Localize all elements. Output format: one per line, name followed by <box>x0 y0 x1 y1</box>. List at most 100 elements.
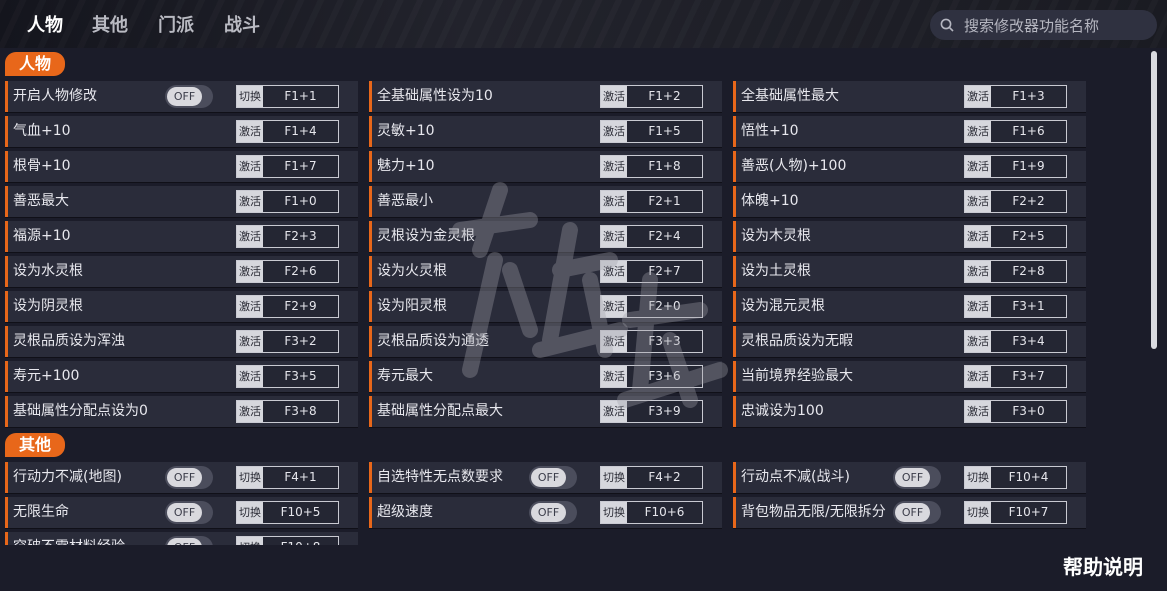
toggle-switch[interactable]: OFF <box>165 85 213 108</box>
toggle-button[interactable]: 切换 <box>965 502 991 523</box>
hotkey-label: F1+0 <box>284 194 317 208</box>
tab-battle[interactable]: 战斗 <box>224 11 260 37</box>
hotkey-label: F3+4 <box>1012 334 1045 348</box>
tab-other[interactable]: 其他 <box>92 11 128 37</box>
activate-button[interactable]: 激活 <box>601 296 627 317</box>
activate-button[interactable]: 激活 <box>601 156 627 177</box>
cheat-row: 当前境界经验最大 激活 F3+7 <box>733 361 1086 392</box>
activate-button[interactable]: 激活 <box>237 331 263 352</box>
cheat-row: 无限生命 OFF 切换 F10+5 <box>5 497 358 528</box>
cheat-label: 行动力不减(地图) <box>13 469 122 485</box>
activate-button[interactable]: 激活 <box>237 296 263 317</box>
activate-button[interactable]: 激活 <box>237 121 263 142</box>
activate-button[interactable]: 激活 <box>601 261 627 282</box>
cheat-row: 灵根设为金灵根 激活 F2+4 <box>369 221 722 252</box>
toggle-button[interactable]: 切换 <box>237 86 263 107</box>
cheat-label: 根骨+10 <box>13 158 71 174</box>
activate-button[interactable]: 激活 <box>965 261 991 282</box>
hotkey-label: F2+5 <box>1012 229 1045 243</box>
hotkey-box: 激活 F2+6 <box>236 260 339 283</box>
hotkey-box: 激活 F1+4 <box>236 120 339 143</box>
toggle-button[interactable]: 切换 <box>237 467 263 488</box>
toggle-switch[interactable]: OFF <box>165 536 213 545</box>
activate-button[interactable]: 激活 <box>965 296 991 317</box>
cheat-label: 灵根设为金灵根 <box>377 228 475 244</box>
hotkey-box: 激活 F3+4 <box>964 330 1067 353</box>
cheat-list: 人物 开启人物修改 OFF 切换 F1+1 全基础属性设为10 激活 F1+2 全基础属性最大激… <box>0 48 1148 545</box>
search-box[interactable] <box>930 10 1157 42</box>
hotkey-label: F10+5 <box>280 505 321 519</box>
search-icon <box>940 18 954 32</box>
cheat-label: 寿元最大 <box>377 368 433 384</box>
hotkey-box: 切换F10+8 <box>236 536 339 545</box>
activate-button[interactable]: 激活 <box>965 86 991 107</box>
toggle-button[interactable]: 切换 <box>601 502 627 523</box>
toggle-switch[interactable]: OFF <box>893 501 941 524</box>
hotkey-label: F2+7 <box>648 264 681 278</box>
activate-button[interactable]: 激活 <box>965 331 991 352</box>
cheat-row: 基础属性分配点最大 激活 F3+9 <box>369 396 722 427</box>
activate-button[interactable]: 激活 <box>601 331 627 352</box>
cheat-label: 气血+10 <box>13 123 71 139</box>
activate-button[interactable]: 激活 <box>601 121 627 142</box>
hotkey-box: 激活 F2+8 <box>964 260 1067 283</box>
hotkey-label: F2+6 <box>284 264 317 278</box>
toggle-state: OFF <box>895 468 930 487</box>
hotkey-box: 切换 F1+1 <box>236 85 339 108</box>
cheat-label: 体魄+10 <box>741 193 799 209</box>
activate-button[interactable]: 激活 <box>237 261 263 282</box>
cheat-row: 设为混元灵根 激活 F3+1 <box>733 291 1086 322</box>
tab-sect[interactable]: 门派 <box>158 11 194 37</box>
hotkey-label: F1+7 <box>284 159 317 173</box>
hotkey-box: 激活 F2+4 <box>600 225 703 248</box>
hotkey-label: F3+1 <box>1012 299 1045 313</box>
activate-button[interactable]: 激活 <box>601 401 627 422</box>
scrollbar-thumb[interactable] <box>1151 51 1157 349</box>
activate-button[interactable]: 激活 <box>237 156 263 177</box>
toggle-switch[interactable]: OFF <box>165 466 213 489</box>
cheat-row: 灵根品质设为浑浊 激活 F3+2 <box>5 326 358 357</box>
activate-button[interactable]: 激活 <box>965 121 991 142</box>
section-header: 其他 <box>5 433 66 457</box>
activate-button[interactable]: 激活 <box>965 401 991 422</box>
cheat-row: 设为阳灵根 激活 F2+0 <box>369 291 722 322</box>
cheat-label: 全基础属性最大 <box>741 88 839 104</box>
cheat-label: 突破不需材料经验 <box>13 532 125 545</box>
hotkey-label: F3+2 <box>284 334 317 348</box>
toggle-state: OFF <box>531 503 566 522</box>
cheat-label: 设为水灵根 <box>13 263 83 279</box>
cheat-label: 基础属性分配点最大 <box>377 403 503 419</box>
search-input[interactable] <box>962 10 1151 42</box>
activate-button[interactable]: 激活 <box>601 191 627 212</box>
activate-button[interactable]: 激活 <box>237 191 263 212</box>
hotkey-label: F2+3 <box>284 229 317 243</box>
tab-character[interactable]: 人物 <box>27 11 63 37</box>
activate-button[interactable]: 激活 <box>965 366 991 387</box>
hotkey-label: F1+3 <box>1012 89 1045 103</box>
hotkey-label: F1+1 <box>284 89 317 103</box>
activate-button[interactable]: 激活 <box>965 191 991 212</box>
toggle-switch[interactable]: OFF <box>529 466 577 489</box>
activate-button[interactable]: 激活 <box>965 226 991 247</box>
toggle-button[interactable]: 切换 <box>237 502 263 523</box>
toggle-button[interactable]: 切换 <box>965 467 991 488</box>
toggle-button[interactable]: 切换 <box>601 467 627 488</box>
activate-button[interactable]: 激活 <box>237 226 263 247</box>
activate-button[interactable]: 激活 <box>965 156 991 177</box>
help-button[interactable]: 帮助说明 <box>1063 551 1143 580</box>
activate-button[interactable]: 激活 <box>601 86 627 107</box>
toggle-switch[interactable]: OFF <box>893 466 941 489</box>
activate-button[interactable]: 激活 <box>237 366 263 387</box>
cheat-label: 悟性+10 <box>741 123 799 139</box>
hotkey-box: 激活 F2+7 <box>600 260 703 283</box>
activate-button[interactable]: 激活 <box>601 226 627 247</box>
hotkey-box: 激活 F1+7 <box>236 155 339 178</box>
activate-button[interactable]: 激活 <box>237 401 263 422</box>
scrollbar[interactable] <box>1150 50 1158 543</box>
hotkey-box: 激活 F1+5 <box>600 120 703 143</box>
toggle-button[interactable]: 切换 <box>237 537 263 545</box>
toggle-switch[interactable]: OFF <box>529 501 577 524</box>
toggle-switch[interactable]: OFF <box>165 501 213 524</box>
activate-button[interactable]: 激活 <box>601 366 627 387</box>
hotkey-label: F10+4 <box>1008 470 1049 484</box>
